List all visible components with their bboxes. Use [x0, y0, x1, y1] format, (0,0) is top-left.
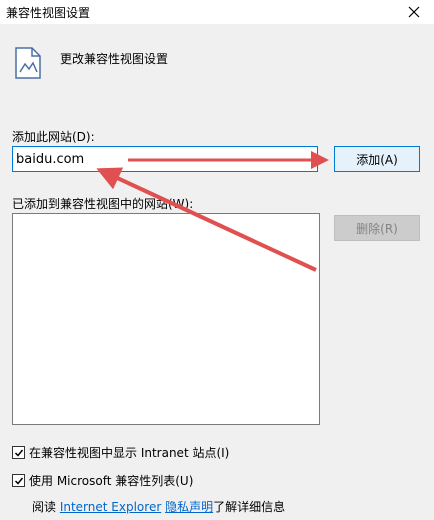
add-button[interactable]: 添加(A): [334, 146, 420, 172]
site-input[interactable]: [12, 146, 318, 172]
intranet-option[interactable]: 在兼容性视图中显示 Intranet 站点(I): [12, 444, 229, 461]
page-icon: [15, 47, 41, 79]
site-list[interactable]: [12, 213, 320, 425]
close-button[interactable]: [394, 0, 434, 24]
site-list-label: 已添加到兼容性视图中的网站(W):: [12, 197, 194, 211]
footer-suffix: 了解详细信息: [213, 500, 286, 514]
close-icon: [408, 6, 420, 18]
checkmark-icon: [14, 477, 23, 485]
window-title: 兼容性视图设置: [6, 6, 91, 20]
title-bar: 兼容性视图设置: [0, 0, 434, 24]
footer-text: 阅读 Internet Explorer 隐私声明了解详细信息: [32, 498, 285, 515]
checkmark-icon: [14, 449, 23, 457]
page-heading: 更改兼容性视图设置: [60, 52, 169, 66]
ms-list-label: 使用 Microsoft 兼容性列表(U): [29, 474, 194, 488]
ie-link[interactable]: Internet Explorer: [60, 500, 161, 514]
privacy-link[interactable]: 隐私声明: [165, 500, 213, 514]
add-site-label: 添加此网站(D):: [12, 130, 95, 144]
footer-prefix: 阅读: [32, 500, 60, 514]
remove-button[interactable]: 删除(R): [334, 215, 420, 241]
ms-list-checkbox[interactable]: [12, 474, 25, 487]
intranet-checkbox[interactable]: [12, 446, 25, 459]
ms-list-option[interactable]: 使用 Microsoft 兼容性列表(U): [12, 472, 193, 489]
intranet-label: 在兼容性视图中显示 Intranet 站点(I): [29, 446, 230, 460]
